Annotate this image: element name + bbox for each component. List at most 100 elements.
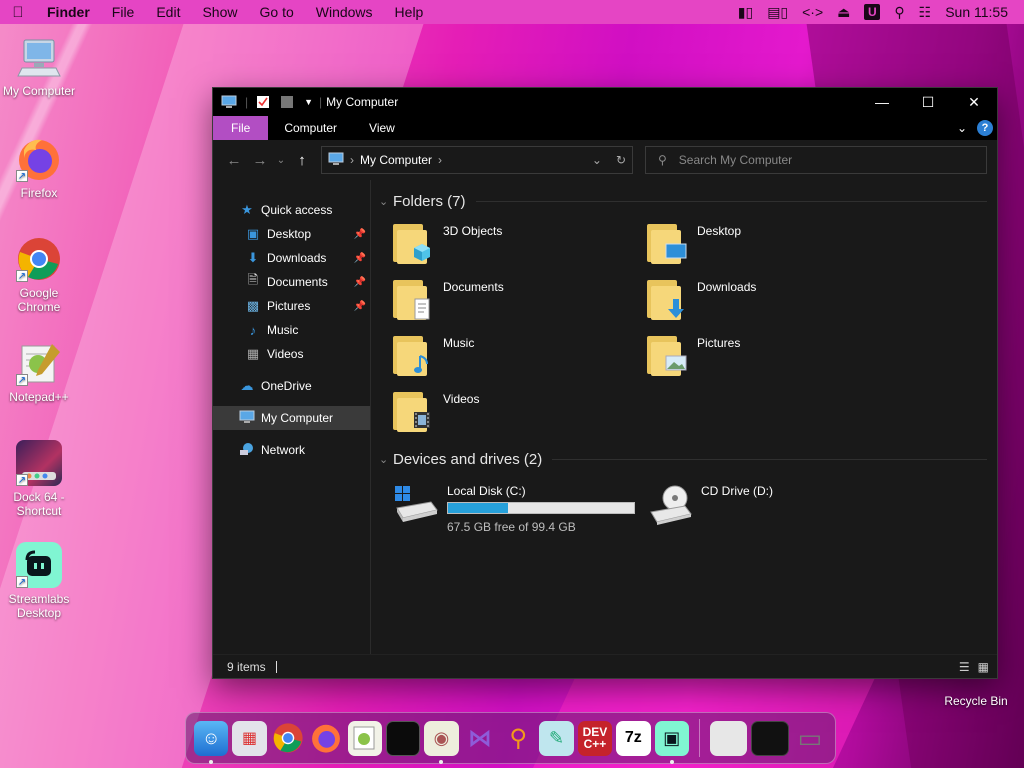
- folder-label: Pictures: [697, 336, 741, 350]
- search-icon[interactable]: ⚲: [894, 4, 904, 21]
- refresh-icon[interactable]: ↻: [616, 153, 626, 167]
- dock-devcpp-icon[interactable]: DEV C++: [577, 720, 613, 756]
- sidebar-item-quick-access[interactable]: ★ Quick access: [213, 198, 370, 222]
- eject-icon[interactable]: ⏏: [837, 4, 850, 21]
- tab-computer[interactable]: Computer: [268, 116, 353, 140]
- folder-downloads[interactable]: Downloads: [647, 278, 901, 324]
- forward-arrow-icon[interactable]: →: [247, 152, 273, 169]
- pin-icon[interactable]: 📌: [354, 277, 366, 288]
- tab-file[interactable]: File: [213, 116, 269, 140]
- dock-paint-palette-icon[interactable]: ◉: [424, 720, 459, 764]
- dock-streamlabs-icon[interactable]: ▣: [654, 720, 689, 764]
- document-icon: [411, 298, 433, 320]
- dock-trash-icon[interactable]: ▭: [793, 721, 827, 756]
- breadcrumb-my-computer[interactable]: My Computer: [360, 153, 432, 167]
- address-bar[interactable]: › My Computer › ⌄ ↻: [321, 146, 633, 174]
- menu-show[interactable]: Show: [191, 4, 248, 20]
- pin-icon[interactable]: 📌: [354, 301, 366, 312]
- tab-view[interactable]: View: [353, 116, 411, 140]
- desktop-icon-google-chrome[interactable]: ↗ Google Chrome: [0, 236, 78, 314]
- desktop-icon-recycle-bin[interactable]: Recycle Bin: [938, 650, 1014, 708]
- apple-icon[interactable]: : [0, 4, 36, 21]
- memory-icon[interactable]: ▮▯: [738, 4, 753, 21]
- address-dropdown-chevron-icon[interactable]: ⌄: [592, 153, 602, 167]
- dock-visual-studio-icon[interactable]: ⋈: [463, 721, 497, 756]
- menu-app-finder[interactable]: Finder: [36, 4, 101, 20]
- folders-group-header[interactable]: ⌄ Folders (7): [379, 190, 987, 212]
- dock-notes-icon[interactable]: ✎: [539, 720, 574, 756]
- menu-help[interactable]: Help: [384, 4, 435, 20]
- shortcut-arrow-icon: ↗: [16, 576, 28, 588]
- dock-notepad-icon[interactable]: [347, 720, 382, 756]
- dock-finder-icon[interactable]: ☺: [194, 720, 229, 764]
- control-center-icon[interactable]: ☷: [919, 4, 932, 21]
- dock-search-magnifier-icon[interactable]: ⚲: [501, 721, 535, 756]
- search-box[interactable]: ⚲ Search My Computer: [645, 146, 987, 174]
- desktop-icon-firefox[interactable]: ↗ Firefox: [0, 136, 78, 200]
- folder-pictures[interactable]: Pictures: [647, 334, 901, 380]
- navigation-bar: ← → ⌄ ↑ › My Computer › ⌄ ↻ ⚲ Search My …: [213, 140, 997, 180]
- maximize-button[interactable]: ☐: [905, 88, 951, 116]
- breadcrumb-separator-icon[interactable]: ›: [438, 153, 442, 167]
- up-arrow-icon[interactable]: ↑: [289, 152, 315, 169]
- dock-7zip-icon[interactable]: 7z: [616, 720, 651, 756]
- desktop-icon-label: Dock 64 - Shortcut: [13, 490, 65, 518]
- dock-terminal-icon[interactable]: [385, 720, 421, 756]
- expand-ribbon-chevron-icon[interactable]: ⌄: [957, 121, 967, 135]
- help-icon[interactable]: ?: [977, 120, 993, 136]
- sidebar-item-onedrive[interactable]: ☁ OneDrive: [213, 374, 370, 398]
- drive-free-space: 67.5 GB free of 99.4 GB: [447, 520, 576, 534]
- dock-launchpad-icon[interactable]: ▦: [232, 720, 267, 756]
- new-folder-icon[interactable]: [280, 95, 296, 109]
- menu-windows[interactable]: Windows: [305, 4, 384, 20]
- sidebar-item-desktop[interactable]: ▣ Desktop 📌: [213, 222, 370, 246]
- desktop-screen-icon: [665, 242, 687, 262]
- recent-locations-chevron-icon[interactable]: ⌄: [273, 155, 289, 166]
- sidebar-item-my-computer[interactable]: My Computer: [213, 406, 370, 430]
- folder-videos[interactable]: Videos: [393, 390, 647, 436]
- dock-chrome-icon[interactable]: [271, 721, 305, 756]
- drive-local-disk-c[interactable]: Local Disk (C:) 67.5 GB free of 99.4 GB: [393, 484, 647, 534]
- minimize-button[interactable]: —: [859, 88, 905, 116]
- desktop-icon-my-computer[interactable]: My Computer: [0, 34, 78, 98]
- menu-edit[interactable]: Edit: [145, 4, 191, 20]
- folder-desktop[interactable]: Desktop: [647, 222, 901, 268]
- back-arrow-icon[interactable]: ←: [221, 152, 247, 169]
- sidebar-item-pictures[interactable]: ▩ Pictures 📌: [213, 294, 370, 318]
- pin-icon[interactable]: 📌: [354, 229, 366, 240]
- close-button[interactable]: ✕: [951, 88, 997, 116]
- sidebar-item-music[interactable]: ♪ Music: [213, 318, 370, 342]
- folder-3d-objects[interactable]: 3D Objects: [393, 222, 647, 268]
- sidebar-item-videos[interactable]: ▦ Videos: [213, 342, 370, 366]
- sidebar-item-label: Music: [267, 323, 299, 337]
- menu-file[interactable]: File: [101, 4, 146, 20]
- shortcut-arrow-icon: ↗: [16, 270, 28, 282]
- dock-firefox-icon[interactable]: [309, 721, 343, 756]
- sidebar-item-documents[interactable]: 🗎 Documents 📌: [213, 270, 370, 294]
- pin-icon[interactable]: 📌: [354, 253, 366, 264]
- folder-icon: [393, 222, 430, 264]
- hard-drive-icon: [393, 484, 439, 526]
- desktop-icon-notepad-plus-plus[interactable]: ↗ Notepad++: [0, 340, 78, 404]
- desktop-icon-dock-64[interactable]: ↗ Dock 64 - Shortcut: [0, 440, 78, 518]
- u-app-icon[interactable]: U: [864, 4, 881, 20]
- dock-minimized-window-icon[interactable]: [709, 720, 748, 756]
- drive-usage-bar: [447, 502, 635, 514]
- properties-icon[interactable]: [256, 95, 272, 109]
- sidebar-item-downloads[interactable]: ⬇ Downloads 📌: [213, 246, 370, 270]
- search-icon: ⚲: [658, 153, 667, 167]
- desktop-icon-streamlabs[interactable]: ↗ Streamlabs Desktop: [0, 542, 78, 620]
- sidebar-item-label: Videos: [267, 347, 304, 361]
- folder-music[interactable]: Music: [393, 334, 647, 380]
- customize-quick-access-icon[interactable]: ▼: [304, 97, 313, 107]
- menu-clock[interactable]: Sun 11:55: [945, 4, 1008, 20]
- dock-minimized-window-icon[interactable]: [751, 720, 789, 756]
- menu-go-to[interactable]: Go to: [249, 4, 305, 20]
- code-icon[interactable]: <·>: [802, 4, 823, 20]
- folder-icon: [647, 222, 687, 264]
- cpu-icon[interactable]: ▤▯: [767, 4, 788, 21]
- devices-group-header[interactable]: ⌄ Devices and drives (2): [379, 448, 987, 470]
- folder-documents[interactable]: Documents: [393, 278, 647, 324]
- sidebar-item-network[interactable]: Network: [213, 438, 370, 462]
- drive-cd-d[interactable]: CD Drive (D:): [647, 484, 901, 534]
